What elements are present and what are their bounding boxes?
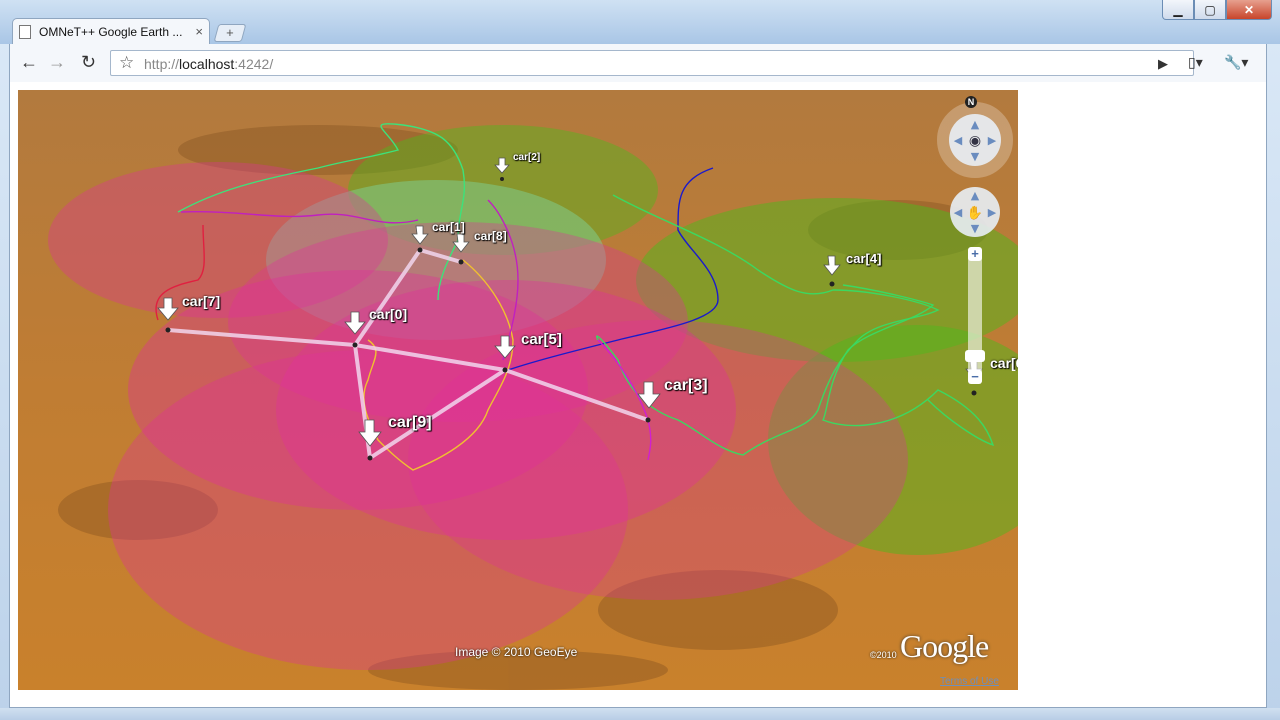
url-scheme: http:// bbox=[144, 56, 180, 72]
car-label[interactable]: car[6] bbox=[990, 355, 1018, 371]
minimize-button[interactable]: ▁ bbox=[1162, 0, 1194, 20]
hand-icon: ✋ bbox=[967, 205, 983, 221]
look-up-icon[interactable]: ▲ bbox=[971, 118, 980, 131]
move-down-icon[interactable]: ▼ bbox=[971, 222, 980, 235]
car-label[interactable]: car[9] bbox=[388, 414, 432, 432]
maximize-button[interactable]: ▢ bbox=[1194, 0, 1226, 20]
look-down-icon[interactable]: ▼ bbox=[971, 150, 980, 163]
car-label[interactable]: car[8] bbox=[474, 229, 507, 243]
move-left-icon[interactable]: ◀ bbox=[954, 206, 963, 219]
image-credit: Image © 2010 GeoEye bbox=[455, 645, 578, 659]
car-label[interactable]: car[0] bbox=[369, 306, 407, 322]
zoom-out-button[interactable]: − bbox=[968, 370, 982, 384]
reload-button[interactable]: ↻ bbox=[81, 52, 96, 72]
zoom-slider-handle[interactable] bbox=[965, 350, 985, 362]
eye-icon: ◉ bbox=[969, 133, 981, 149]
close-icon: ✕ bbox=[1243, 2, 1255, 17]
plus-icon: + bbox=[226, 25, 234, 40]
back-button[interactable]: ← bbox=[20, 52, 38, 72]
car-label[interactable]: car[3] bbox=[664, 377, 708, 395]
bookmark-star-icon[interactable]: ☆ bbox=[119, 53, 134, 73]
car-label[interactable]: car[1] bbox=[432, 220, 465, 234]
google-logo: Google bbox=[900, 628, 989, 664]
range-car9 bbox=[108, 350, 628, 670]
tab-title: OMNeT++ Google Earth ... bbox=[39, 24, 183, 39]
window-controls: ▁ ▢ ✕ bbox=[1162, 0, 1272, 20]
compass-north-label[interactable]: N bbox=[965, 96, 977, 108]
tab-close-button[interactable]: × bbox=[195, 24, 203, 39]
minimize-icon: ▁ bbox=[1173, 2, 1183, 17]
move-right-icon[interactable]: ▶ bbox=[988, 206, 997, 219]
look-right-icon[interactable]: ▶ bbox=[988, 134, 997, 147]
address-bar[interactable]: ☆ http://localhost:4242/ bbox=[110, 50, 1194, 76]
maximize-icon: ▢ bbox=[1204, 2, 1216, 17]
browser-tab[interactable]: OMNeT++ Google Earth ... × bbox=[12, 18, 210, 44]
car-label[interactable]: car[4] bbox=[846, 251, 881, 266]
close-window-button[interactable]: ✕ bbox=[1226, 0, 1272, 20]
car-label[interactable]: car[7] bbox=[182, 293, 220, 309]
go-button[interactable]: ▶ bbox=[1158, 54, 1168, 74]
page-icon bbox=[19, 24, 31, 39]
earth-scene: ▲ ▼ ◀ ▶ ◉ ▲ ▼ ◀ ▶ ✋ bbox=[18, 90, 1018, 690]
window-bottom-border bbox=[0, 708, 1280, 720]
url-text: http://localhost:4242/ bbox=[144, 56, 273, 72]
google-copyright-year: ©2010 bbox=[870, 650, 897, 660]
url-host: localhost bbox=[179, 56, 235, 72]
google-earth-view[interactable]: ▲ ▼ ◀ ▶ ◉ ▲ ▼ ◀ ▶ ✋ N + − car[7] car[0] … bbox=[18, 90, 1018, 690]
zoom-in-button[interactable]: + bbox=[968, 247, 982, 261]
look-left-icon[interactable]: ◀ bbox=[954, 134, 963, 147]
move-up-icon[interactable]: ▲ bbox=[971, 189, 980, 202]
forward-button[interactable]: → bbox=[48, 52, 66, 72]
car-label[interactable]: car[2] bbox=[513, 152, 540, 163]
wrench-menu-button[interactable]: 🔧▾ bbox=[1224, 52, 1248, 72]
terms-of-use-link[interactable]: Terms of Use bbox=[940, 676, 999, 687]
new-tab-button[interactable]: + bbox=[213, 24, 247, 42]
window-titlebar: ▁ ▢ ✕ OMNeT++ Google Earth ... × + bbox=[0, 0, 1280, 44]
url-port: :4242/ bbox=[234, 56, 274, 72]
browser-toolbar: ← → ↻ ☆ http://localhost:4242/ ▶ ▯▾ 🔧▾ bbox=[9, 44, 1267, 82]
page-menu-button[interactable]: ▯▾ bbox=[1188, 52, 1203, 72]
car-label[interactable]: car[5] bbox=[521, 331, 562, 348]
